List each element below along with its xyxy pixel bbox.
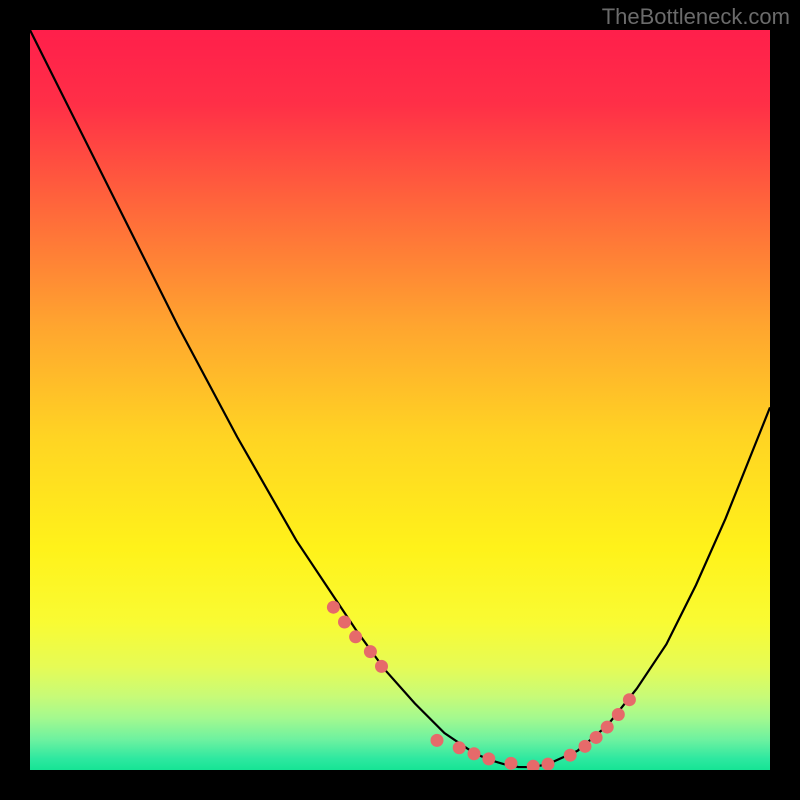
marker-point bbox=[579, 740, 592, 753]
marker-point bbox=[612, 708, 625, 721]
marker-point bbox=[364, 645, 377, 658]
marker-point bbox=[542, 758, 555, 770]
marker-point bbox=[505, 757, 518, 770]
marker-point bbox=[431, 734, 444, 747]
marker-point bbox=[338, 616, 351, 629]
marker-point bbox=[564, 749, 577, 762]
marker-point bbox=[375, 660, 388, 673]
marker-point bbox=[590, 731, 603, 744]
bottleneck-chart bbox=[30, 30, 770, 770]
marker-point bbox=[623, 693, 636, 706]
marker-point bbox=[468, 747, 481, 760]
marker-point bbox=[482, 752, 495, 765]
gradient-background bbox=[30, 30, 770, 770]
chart-frame bbox=[30, 30, 770, 770]
watermark-text: TheBottleneck.com bbox=[602, 4, 790, 30]
marker-point bbox=[349, 630, 362, 643]
marker-point bbox=[601, 721, 614, 734]
marker-point bbox=[327, 601, 340, 614]
marker-point bbox=[453, 741, 466, 754]
